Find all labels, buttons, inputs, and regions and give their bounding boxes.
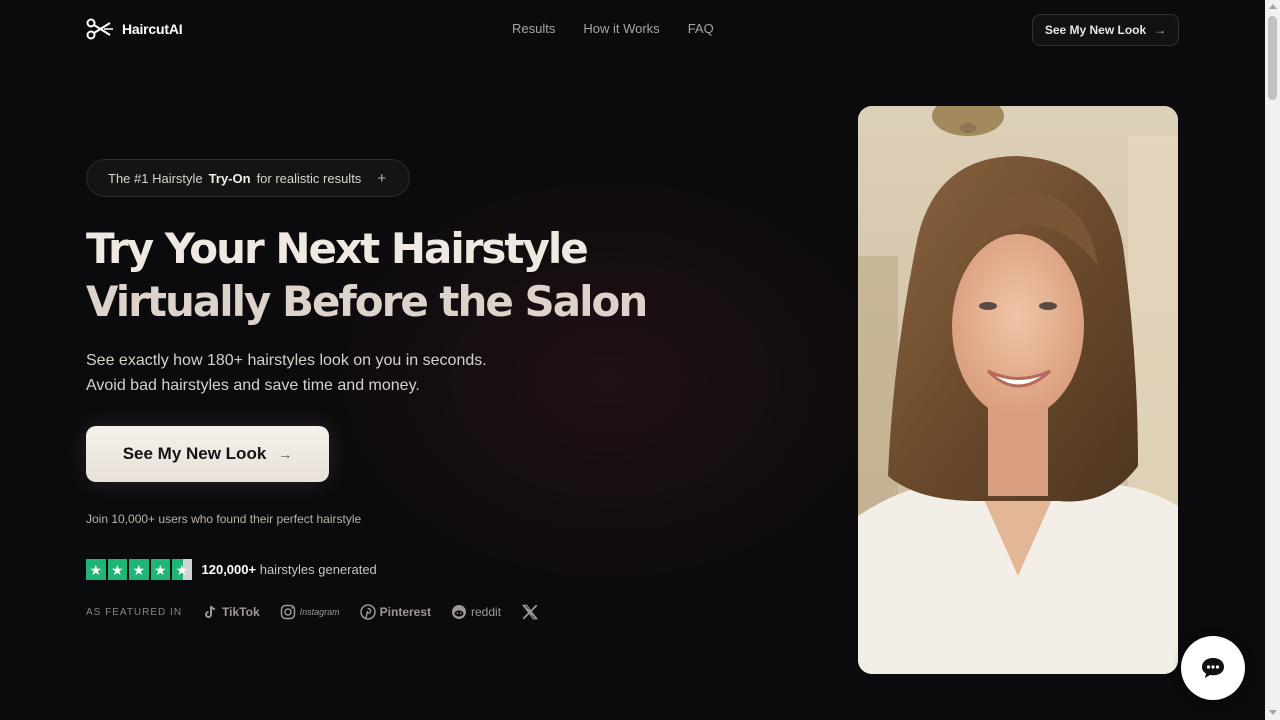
join-text: Join 10,000+ users who found their perfe… [86,512,362,526]
rating-row: ★ ★ ★ ★ ★ 120,000+ hairstyles generated [86,559,377,580]
nav-cta-label: See My New Look [1044,23,1147,37]
star-icon: ★ [86,559,106,580]
star-icon: ★ [129,559,149,580]
subtitle-line-2: Avoid bad hairstyles and save time and m… [86,377,420,394]
brand-name: TikTok [222,605,260,619]
brand-x [521,603,539,621]
page-scrollbar[interactable] [1265,0,1280,720]
brand-reddit: reddit [451,604,501,620]
reddit-icon [452,605,467,619]
nav-link-results[interactable]: Results [512,21,555,36]
scrollbar-thumb[interactable] [1268,16,1277,100]
hero-headline: Try Your Next Hairstyle Virtually Before… [86,222,726,328]
half-star-icon: ★ [172,559,192,580]
nav-see-my-new-look-button[interactable]: See My New Look → [1032,14,1179,46]
nav-links: Results How it Works FAQ [512,21,714,36]
brand-tiktok: TikTok [202,604,260,620]
badge-highlight: Try-On [208,170,251,186]
logo-text: HaircutAI [122,21,183,37]
nav-link-how-it-works[interactable]: How it Works [583,21,659,36]
hero-portrait-image [858,106,1178,674]
hero-subtitle: See exactly how 180+ hairstyles look on … [86,348,606,398]
brand-instagram: Instagram [280,604,340,620]
rating-text: 120,000+ hairstyles generated [202,562,377,577]
badge-suffix: for realistic results [256,170,362,186]
arrow-right-icon: → [278,446,293,462]
brand-name: Pinterest [379,605,432,619]
badge-prefix: The #1 Hairstyle [108,170,203,186]
rating-suffix: hairstyles generated [259,562,377,577]
star-rating: ★ ★ ★ ★ ★ [86,559,192,580]
brand-name: Instagram [299,607,340,617]
scroll-up-icon[interactable] [1269,4,1277,9]
headline-line-2: Virtually Before the Salon [86,277,648,326]
scroll-down-icon[interactable] [1269,710,1277,715]
subtitle-line-1: See exactly how 180+ hairstyles look on … [86,352,487,369]
chat-bubble-icon [1202,658,1224,678]
star-icon: ★ [150,559,170,580]
hero-see-my-new-look-button[interactable]: See My New Look → [86,426,329,482]
pinterest-icon [359,604,376,620]
scissors-icon [86,18,113,40]
featured-in-row: AS FEATURED IN TikTok Instagram Pinteres… [86,601,559,623]
hero-badge[interactable]: The #1 Hairstyle Try-On for realistic re… [86,159,410,197]
headline-line-1: Try Your Next Hairstyle [86,224,589,273]
logo[interactable]: HaircutAI [86,18,183,40]
nav-link-faq[interactable]: FAQ [688,21,714,36]
featured-label: AS FEATURED IN [86,606,183,618]
rating-count: 120,000+ [201,562,257,577]
arrow-right-icon: → [1154,23,1167,37]
brand-name: reddit [471,605,502,619]
instagram-icon [280,604,295,620]
plus-icon: + [377,169,387,187]
brand-pinterest: Pinterest [359,604,432,620]
top-nav: HaircutAI Results How it Works FAQ See M… [0,0,1265,60]
hero-cta-label: See My New Look [122,444,267,463]
x-icon [522,604,538,620]
star-icon: ★ [107,559,127,580]
tiktok-icon [205,605,216,618]
chat-widget-button[interactable] [1181,636,1245,700]
